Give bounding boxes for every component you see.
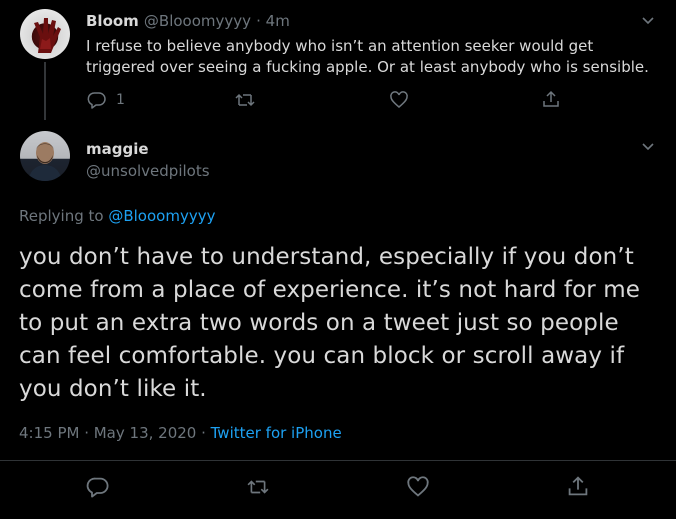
replying-to: Replying to @Blooomyyyy — [19, 207, 215, 225]
user-handle[interactable]: @Blooomyyyy — [144, 12, 251, 30]
tweet-text: you don’t have to understand, especially… — [19, 244, 641, 402]
tweet-time[interactable]: · 4m — [256, 12, 290, 30]
replying-prefix: Replying to — [19, 207, 109, 225]
thread-line — [44, 62, 46, 120]
tweet-header: Bloom @Blooomyyyy · 4m — [86, 11, 290, 30]
share-icon[interactable] — [566, 474, 590, 498]
user-handle[interactable]: @unsolvedpilots — [86, 162, 210, 180]
replying-handle-link[interactable]: @Blooomyyyy — [108, 207, 215, 225]
reply-count: 1 — [116, 92, 125, 108]
display-name[interactable]: Bloom — [86, 12, 139, 30]
share-icon[interactable] — [541, 89, 561, 109]
tweet-source[interactable]: Twitter for iPhone — [211, 424, 342, 442]
tweet-timestamp[interactable]: 4:15 PM · May 13, 2020 · — [19, 424, 211, 442]
reply-icon[interactable] — [86, 475, 110, 499]
chevron-down-icon[interactable] — [640, 12, 656, 28]
divider — [0, 460, 676, 461]
like-icon[interactable] — [389, 90, 409, 110]
tweet-text: I refuse to believe anybody who isn’t an… — [86, 37, 649, 76]
retweet-icon[interactable] — [244, 476, 272, 498]
reply-icon[interactable] — [87, 90, 107, 110]
display-name[interactable]: maggie — [86, 140, 149, 158]
avatar[interactable] — [20, 131, 70, 181]
tweet-meta: 4:15 PM · May 13, 2020 · Twitter for iPh… — [19, 424, 342, 442]
chevron-down-icon[interactable] — [640, 138, 656, 154]
avatar[interactable] — [20, 9, 70, 59]
like-icon[interactable] — [406, 475, 430, 499]
retweet-icon[interactable] — [233, 90, 257, 110]
